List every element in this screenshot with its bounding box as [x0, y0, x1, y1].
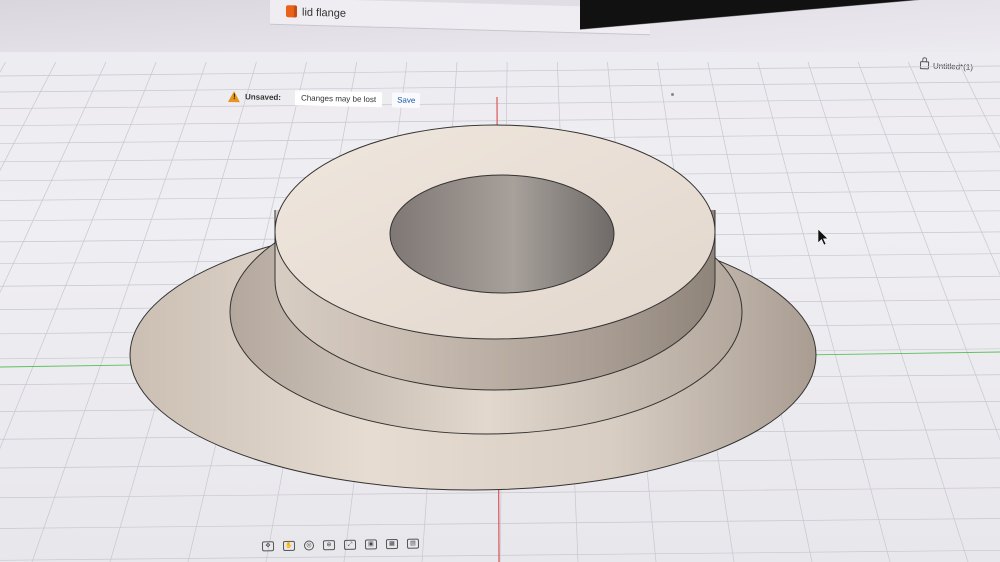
unsaved-message: Changes may be lost: [294, 89, 383, 107]
warning-icon: [227, 90, 241, 102]
document-tab-bar: lid flange ×: [0, 0, 1000, 52]
zoom-window-icon[interactable]: ⊕: [322, 540, 336, 551]
design-file-icon: [286, 5, 297, 18]
cad-application-window: lid flange × Untitled*(1) ! Unsaved: Cha…: [0, 0, 1000, 562]
document-tab-title: lid flange: [302, 6, 347, 20]
unsaved-label: Unsaved:: [244, 91, 282, 102]
unsaved-notification: Unsaved: Changes may be lost Save: [227, 85, 421, 111]
orbit-icon[interactable]: ✥: [261, 541, 275, 552]
document-tab[interactable]: lid flange ×: [270, 0, 650, 36]
center-bore[interactable]: [389, 174, 615, 294]
3d-viewport[interactable]: [0, 62, 1000, 562]
viewport-marker: [671, 93, 674, 96]
save-button[interactable]: Save: [391, 91, 421, 108]
fit-icon[interactable]: ⤢: [343, 539, 357, 550]
look-at-icon[interactable]: ◎: [303, 540, 315, 551]
pan-icon[interactable]: ✋: [282, 540, 296, 552]
close-tab-icon[interactable]: ×: [636, 15, 642, 27]
viewports-icon[interactable]: ▤: [406, 538, 420, 549]
flange-model[interactable]: [0, 62, 1000, 562]
grid-settings-icon[interactable]: ▦: [385, 538, 399, 550]
display-settings-icon[interactable]: ▣: [364, 539, 378, 550]
